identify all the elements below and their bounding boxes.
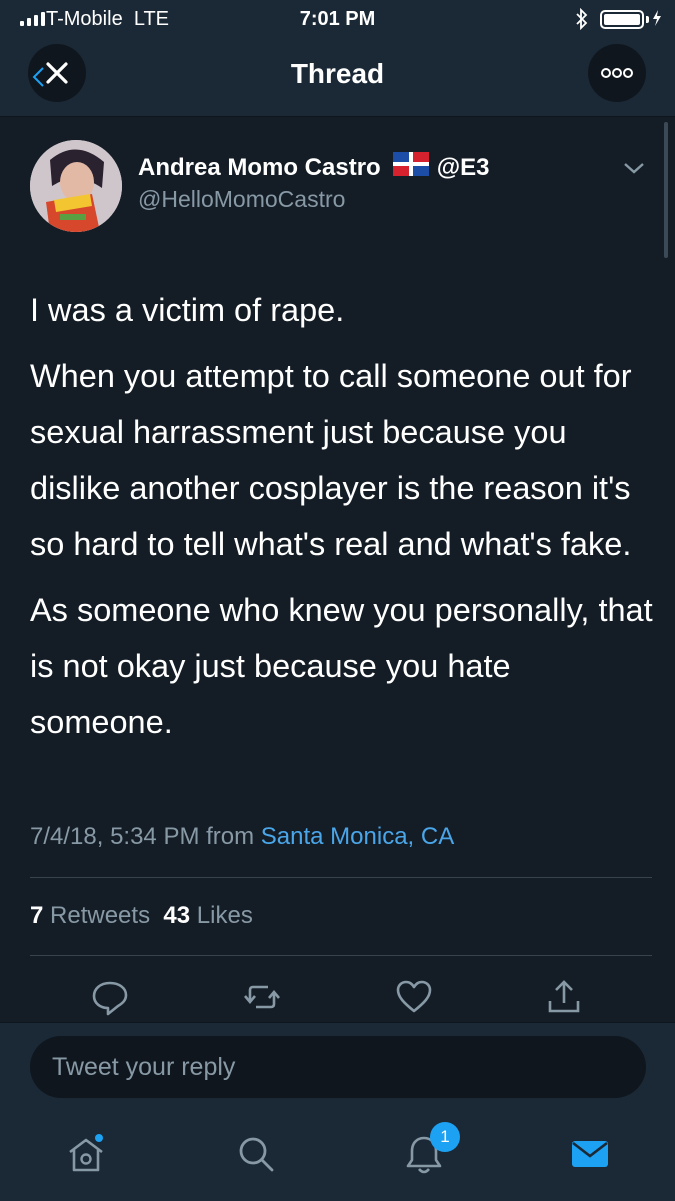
search-icon bbox=[239, 1137, 274, 1172]
page-title: Thread bbox=[290, 58, 385, 89]
retweets-count: 7 bbox=[30, 902, 44, 929]
likes-stat[interactable]: 43 Likes bbox=[163, 902, 252, 929]
tab-messages[interactable] bbox=[566, 1130, 614, 1178]
bluetooth-icon bbox=[575, 7, 589, 36]
divider bbox=[30, 955, 652, 956]
avatar[interactable] bbox=[30, 140, 122, 232]
like-button[interactable] bbox=[392, 975, 436, 1019]
status-time: 7:01 PM bbox=[299, 8, 376, 30]
tab-search[interactable] bbox=[232, 1130, 280, 1178]
tweet-stats: 7 Retweets 43 Likes bbox=[30, 902, 253, 930]
retweets-label: Retweets bbox=[50, 902, 151, 929]
divider bbox=[30, 877, 652, 878]
home-icon bbox=[69, 1134, 103, 1172]
reply-bubble-icon bbox=[92, 981, 128, 1016]
share-upload-icon bbox=[548, 980, 580, 1013]
more-dots-icon bbox=[601, 68, 633, 78]
retweets-stat[interactable]: 7 Retweets bbox=[30, 902, 150, 929]
author-name[interactable]: Andrea Momo Castro bbox=[138, 154, 381, 182]
likes-label: Likes bbox=[196, 902, 253, 929]
tweet-paragraph: As someone who knew you personally, that… bbox=[30, 592, 653, 740]
location-link[interactable]: Santa Monica, CA bbox=[261, 823, 454, 850]
dominican-flag-icon bbox=[392, 152, 429, 183]
navigation-bar: Thread bbox=[0, 40, 675, 117]
retweet-icon bbox=[244, 985, 280, 1009]
notification-badge: 1 bbox=[430, 1122, 460, 1152]
status-bar: T-Mobile LTE 7:01 PM bbox=[0, 0, 675, 40]
mail-envelope-icon bbox=[572, 1141, 608, 1167]
charging-icon bbox=[652, 8, 662, 33]
battery-icon bbox=[600, 10, 644, 29]
tweet-paragraph: When you attempt to call someone out for… bbox=[30, 358, 632, 562]
tweet-text: I was a victim of rape. When you attempt… bbox=[30, 282, 655, 750]
share-button[interactable] bbox=[542, 975, 586, 1019]
author-line: Andrea Momo Castro @E3 bbox=[138, 152, 489, 183]
author-suffix: @E3 bbox=[436, 153, 490, 181]
tweet-timestamp: 7/4/18, 5:34 PM from Santa Monica, CA bbox=[30, 823, 454, 851]
reply-input[interactable]: Tweet your reply bbox=[30, 1036, 646, 1098]
likes-count: 43 bbox=[163, 902, 191, 929]
tweet-paragraph: I was a victim of rape. bbox=[30, 292, 345, 328]
reply-button[interactable] bbox=[88, 975, 132, 1019]
author-handle[interactable]: @HelloMomoCastro bbox=[138, 186, 345, 213]
timestamp-text: 7/4/18, 5:34 PM from bbox=[30, 823, 255, 850]
scrollbar[interactable] bbox=[664, 122, 668, 258]
tab-home[interactable] bbox=[62, 1130, 110, 1178]
heart-icon bbox=[396, 980, 432, 1013]
chevron-down-icon[interactable] bbox=[622, 160, 646, 181]
retweet-button[interactable] bbox=[240, 975, 284, 1019]
reply-placeholder: Tweet your reply bbox=[52, 1053, 236, 1081]
more-options-button[interactable] bbox=[588, 44, 646, 102]
